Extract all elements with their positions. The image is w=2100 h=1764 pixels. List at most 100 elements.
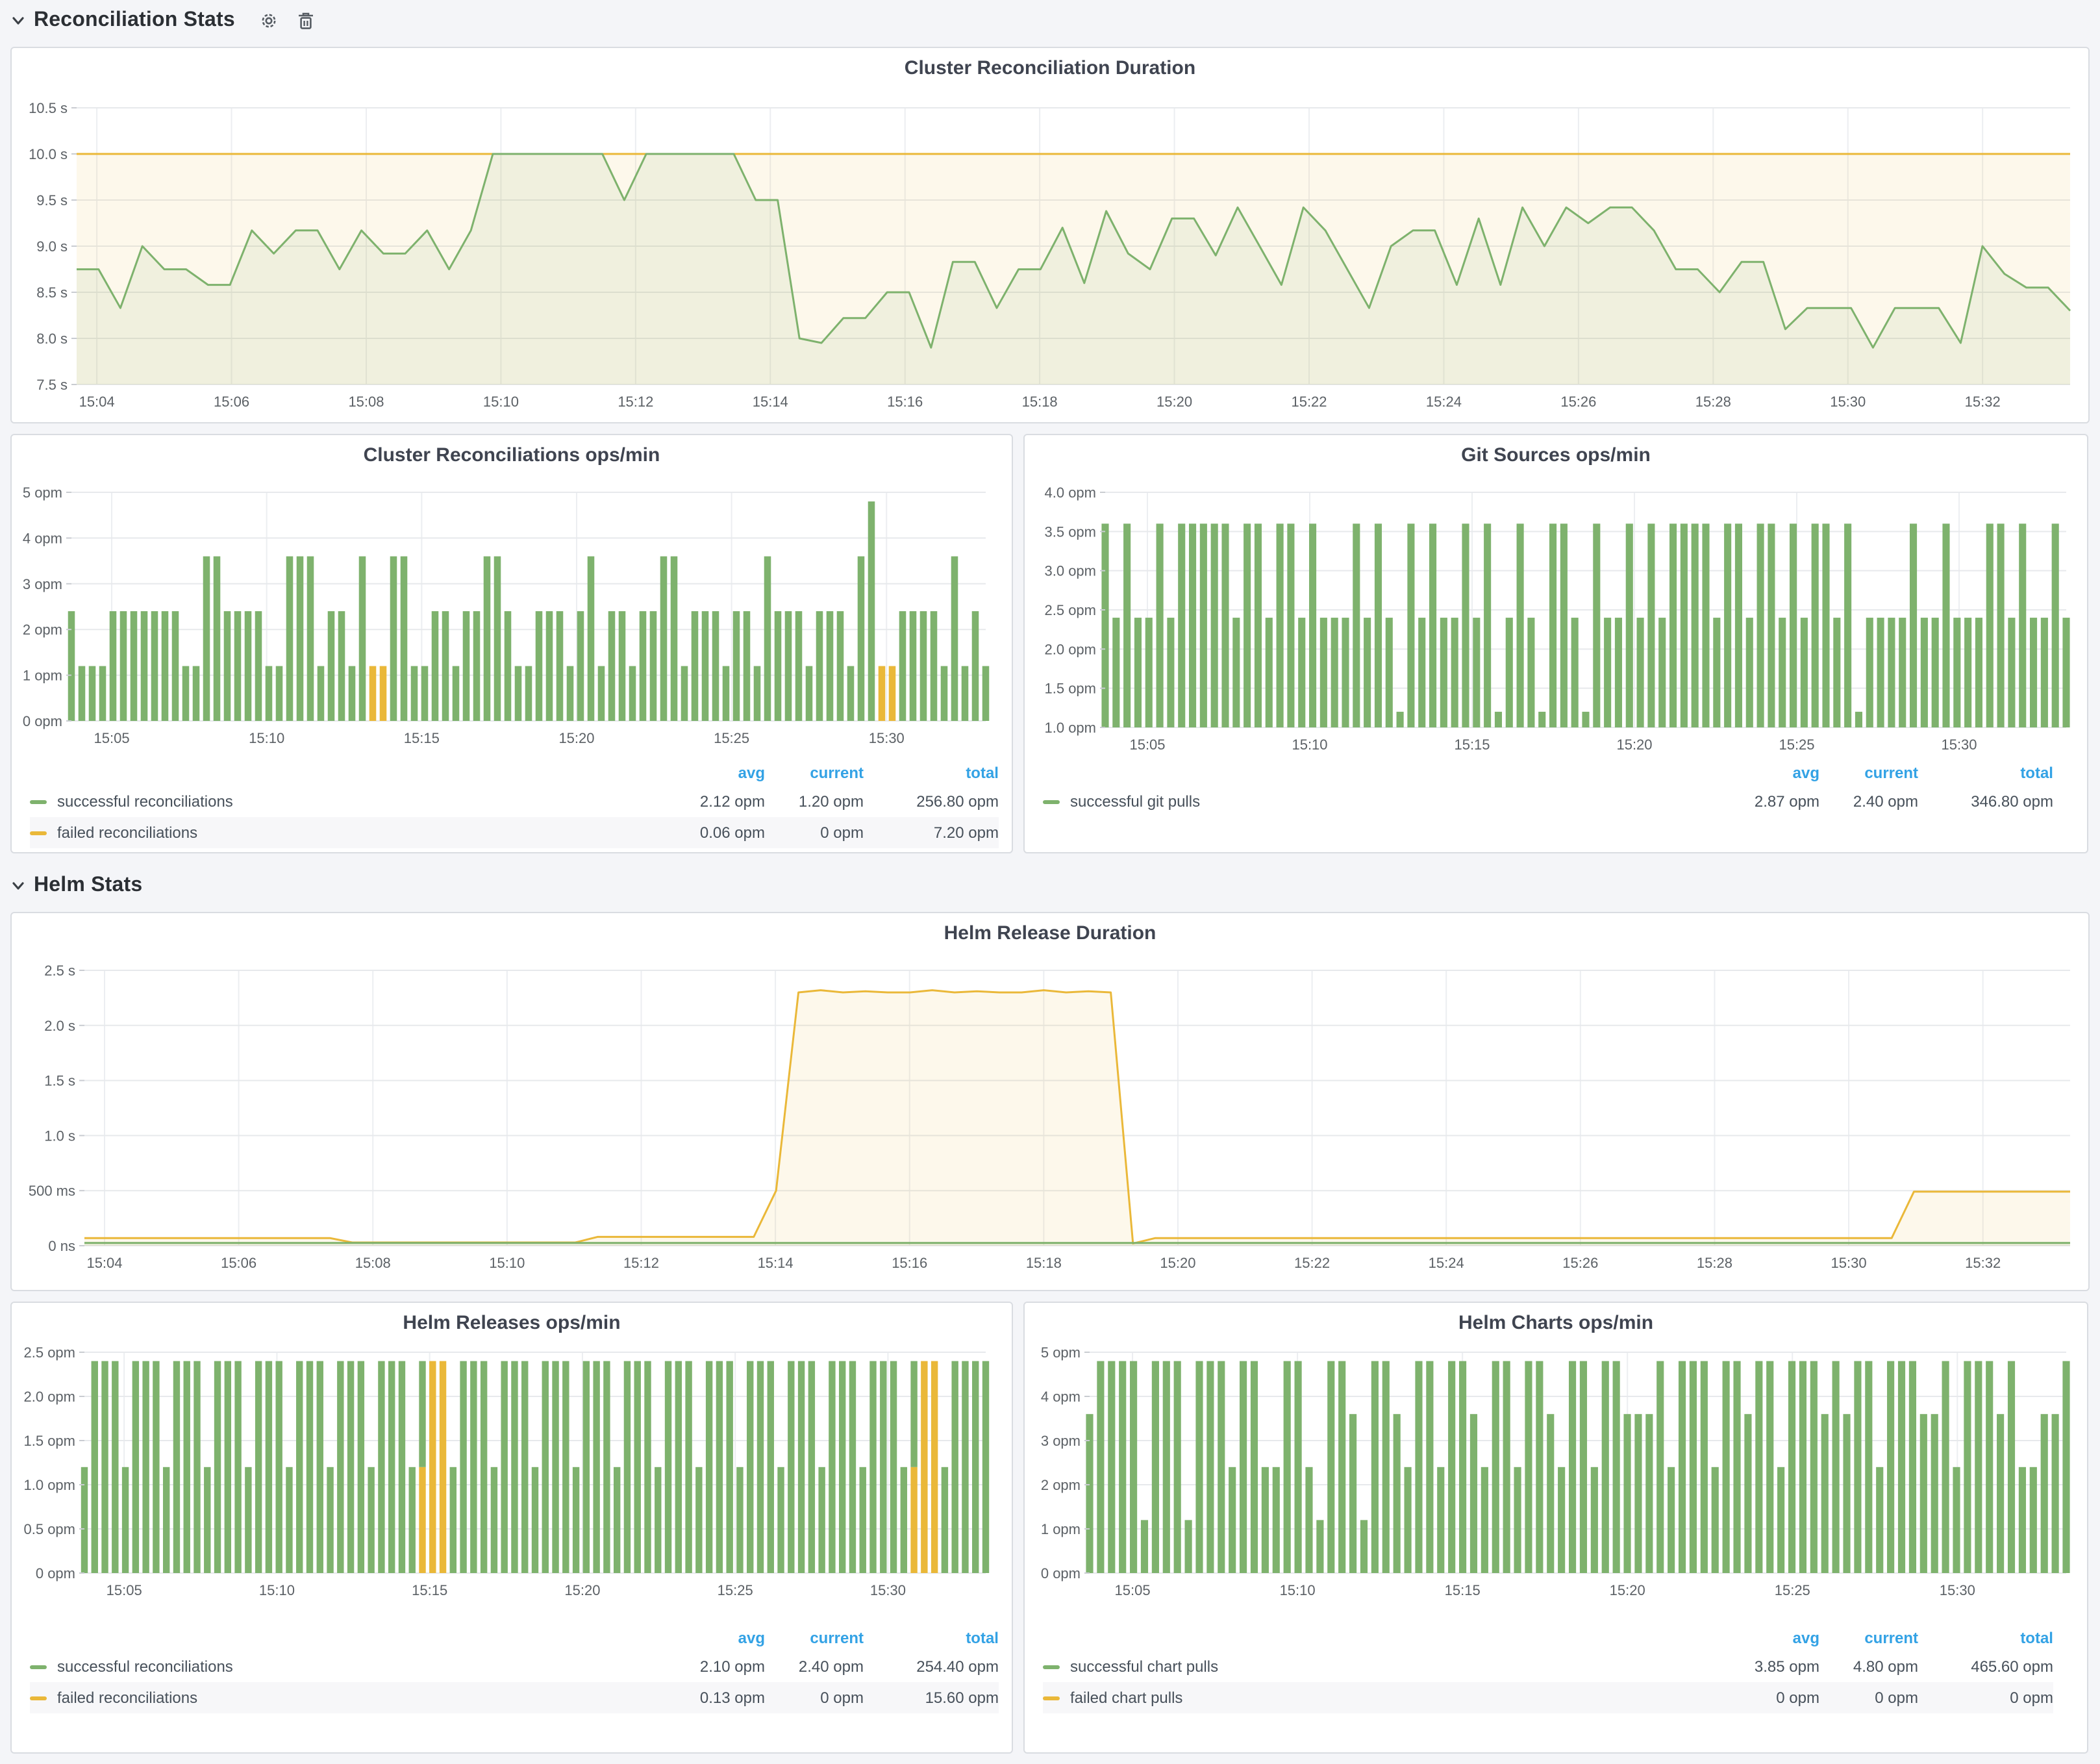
bar-success <box>747 1361 753 1573</box>
legend-row: successful reconciliations2.10 opm2.40 o… <box>30 1651 999 1682</box>
legend-header-total[interactable]: total <box>864 1629 999 1647</box>
legend-value-avg: 2.10 opm <box>651 1657 765 1676</box>
bar-success <box>1821 1414 1829 1573</box>
bar-success <box>1810 1361 1818 1573</box>
legend-value-total: 0 opm <box>1918 1689 2053 1707</box>
svg-text:1.5 opm: 1.5 opm <box>24 1433 76 1449</box>
cluster-reconciliation-duration-chart[interactable]: 10.5 s10.0 s9.5 s9.0 s8.5 s8.0 s7.5 s15:… <box>12 87 2088 425</box>
bar-success <box>1634 1414 1642 1573</box>
gear-icon[interactable] <box>258 10 279 31</box>
bar-success <box>1426 1361 1433 1573</box>
svg-text:15:14: 15:14 <box>758 1255 794 1271</box>
bar-success <box>1690 1361 1697 1573</box>
git-sources-ops-chart[interactable]: 4.0 opm3.5 opm3.0 opm2.5 opm2.0 opm1.5 o… <box>1025 474 2087 757</box>
svg-text:1.0 s: 1.0 s <box>44 1128 75 1144</box>
bar-success <box>1768 523 1775 727</box>
bar-success <box>634 1361 641 1573</box>
bar-success <box>1604 618 1611 727</box>
svg-text:15:16: 15:16 <box>887 394 923 410</box>
bar-success <box>1178 523 1185 727</box>
legend-header-avg[interactable]: avg <box>651 1629 765 1647</box>
bar-success <box>608 611 616 721</box>
helm-charts-ops-chart[interactable]: 5 opm4 opm3 opm2 opm1 opm0 opm15:0515:10… <box>1025 1342 2087 1622</box>
bar-success <box>868 501 875 721</box>
bar-success <box>378 1361 384 1573</box>
legend-header-total[interactable]: total <box>1918 1629 2053 1647</box>
bar-success <box>706 1361 712 1573</box>
bar-success <box>1964 618 1971 727</box>
bar-success <box>2062 1361 2069 1573</box>
bar-success <box>1331 618 1338 727</box>
legend-row: failed chart pulls0 opm0 opm0 opm <box>1043 1682 2053 1713</box>
plot-area <box>84 990 2070 1246</box>
helm-release-duration-chart[interactable]: 2.5 s2.0 s1.5 s1.0 s500 ms0 ns15:0415:06… <box>12 952 2088 1292</box>
helm-releases-ops-chart[interactable]: 2.5 opm2.0 opm1.5 opm1.0 opm0.5 opm0 opm… <box>12 1342 1012 1622</box>
legend-label[interactable]: failed reconciliations <box>57 824 651 842</box>
legend-label[interactable]: successful reconciliations <box>57 1657 651 1676</box>
bar-success <box>660 557 668 721</box>
legend: avgcurrenttotal successful reconciliation… <box>12 757 1012 848</box>
legend-label[interactable]: failed reconciliations <box>57 1689 651 1707</box>
series-color-dash-icon <box>30 1696 47 1700</box>
legend-header-current[interactable]: current <box>765 1629 864 1647</box>
bar-success <box>89 666 96 721</box>
legend-header-total[interactable]: total <box>1918 764 2053 782</box>
legend-header-avg[interactable]: avg <box>1705 1629 1819 1647</box>
bar-success <box>511 1361 518 1573</box>
bar-success <box>910 1361 917 1467</box>
bar-success <box>276 666 283 721</box>
trash-icon[interactable] <box>296 10 316 31</box>
section-header-reconciliation-stats[interactable]: Reconciliation Stats <box>10 3 316 39</box>
legend-label[interactable]: successful git pulls <box>1070 792 1705 811</box>
bar-success <box>806 666 813 721</box>
bar-success <box>1309 523 1316 727</box>
bar-success <box>764 557 771 721</box>
bar-success <box>266 1361 272 1573</box>
bar-success <box>1141 1520 1148 1573</box>
bar-success <box>1777 1467 1784 1573</box>
legend-header-current[interactable]: current <box>765 764 864 782</box>
bar-success <box>286 557 294 721</box>
legend-label[interactable]: successful reconciliations <box>57 792 651 811</box>
legend-label[interactable]: failed chart pulls <box>1070 1689 1705 1707</box>
chevron-down-icon <box>10 878 26 894</box>
bar-success <box>1669 523 1677 727</box>
bar-success <box>757 1361 764 1573</box>
bar-success <box>1364 618 1371 727</box>
svg-text:15:32: 15:32 <box>1965 394 2001 410</box>
bar-success <box>542 1361 549 1573</box>
bar-success <box>318 666 325 721</box>
bar-success <box>214 1361 221 1573</box>
bar-success <box>1195 1361 1203 1573</box>
bar-success <box>1986 1361 1993 1573</box>
legend-header-total[interactable]: total <box>864 764 999 782</box>
bar-success <box>942 1467 948 1573</box>
bar-success <box>1746 618 1753 727</box>
legend-header-avg[interactable]: avg <box>651 764 765 782</box>
bar-success <box>1349 1414 1356 1573</box>
legend-header-current[interactable]: current <box>1819 764 1918 782</box>
bar-success <box>203 557 210 721</box>
bar-success <box>847 666 855 721</box>
legend-header-current[interactable]: current <box>1819 1629 1918 1647</box>
legend-label[interactable]: successful chart pulls <box>1070 1657 1705 1676</box>
section-header-helm-stats[interactable]: Helm Stats <box>10 868 142 904</box>
bar-success <box>837 611 844 721</box>
bar-success <box>1382 1361 1390 1573</box>
bar-success <box>1569 1361 1576 1573</box>
bar-success <box>214 557 221 721</box>
bar-success <box>1613 1361 1620 1573</box>
cluster-reconciliations-ops-chart[interactable]: 5 opm4 opm3 opm2 opm1 opm0 opm15:0515:10… <box>12 474 1012 757</box>
bar-success <box>505 611 512 721</box>
bar-success <box>1527 618 1534 727</box>
bar-success <box>1108 1361 1115 1573</box>
svg-text:15:10: 15:10 <box>249 730 284 746</box>
panel-title: Helm Charts ops/min <box>1025 1303 2087 1342</box>
bar-success <box>1701 1361 1708 1573</box>
bar-success <box>1997 523 2005 727</box>
legend-header-avg[interactable]: avg <box>1705 764 1819 782</box>
svg-text:15:14: 15:14 <box>753 394 788 410</box>
svg-text:3.5 opm: 3.5 opm <box>1045 523 1097 540</box>
bar-success <box>1735 523 1742 727</box>
bar-success <box>388 1361 395 1573</box>
